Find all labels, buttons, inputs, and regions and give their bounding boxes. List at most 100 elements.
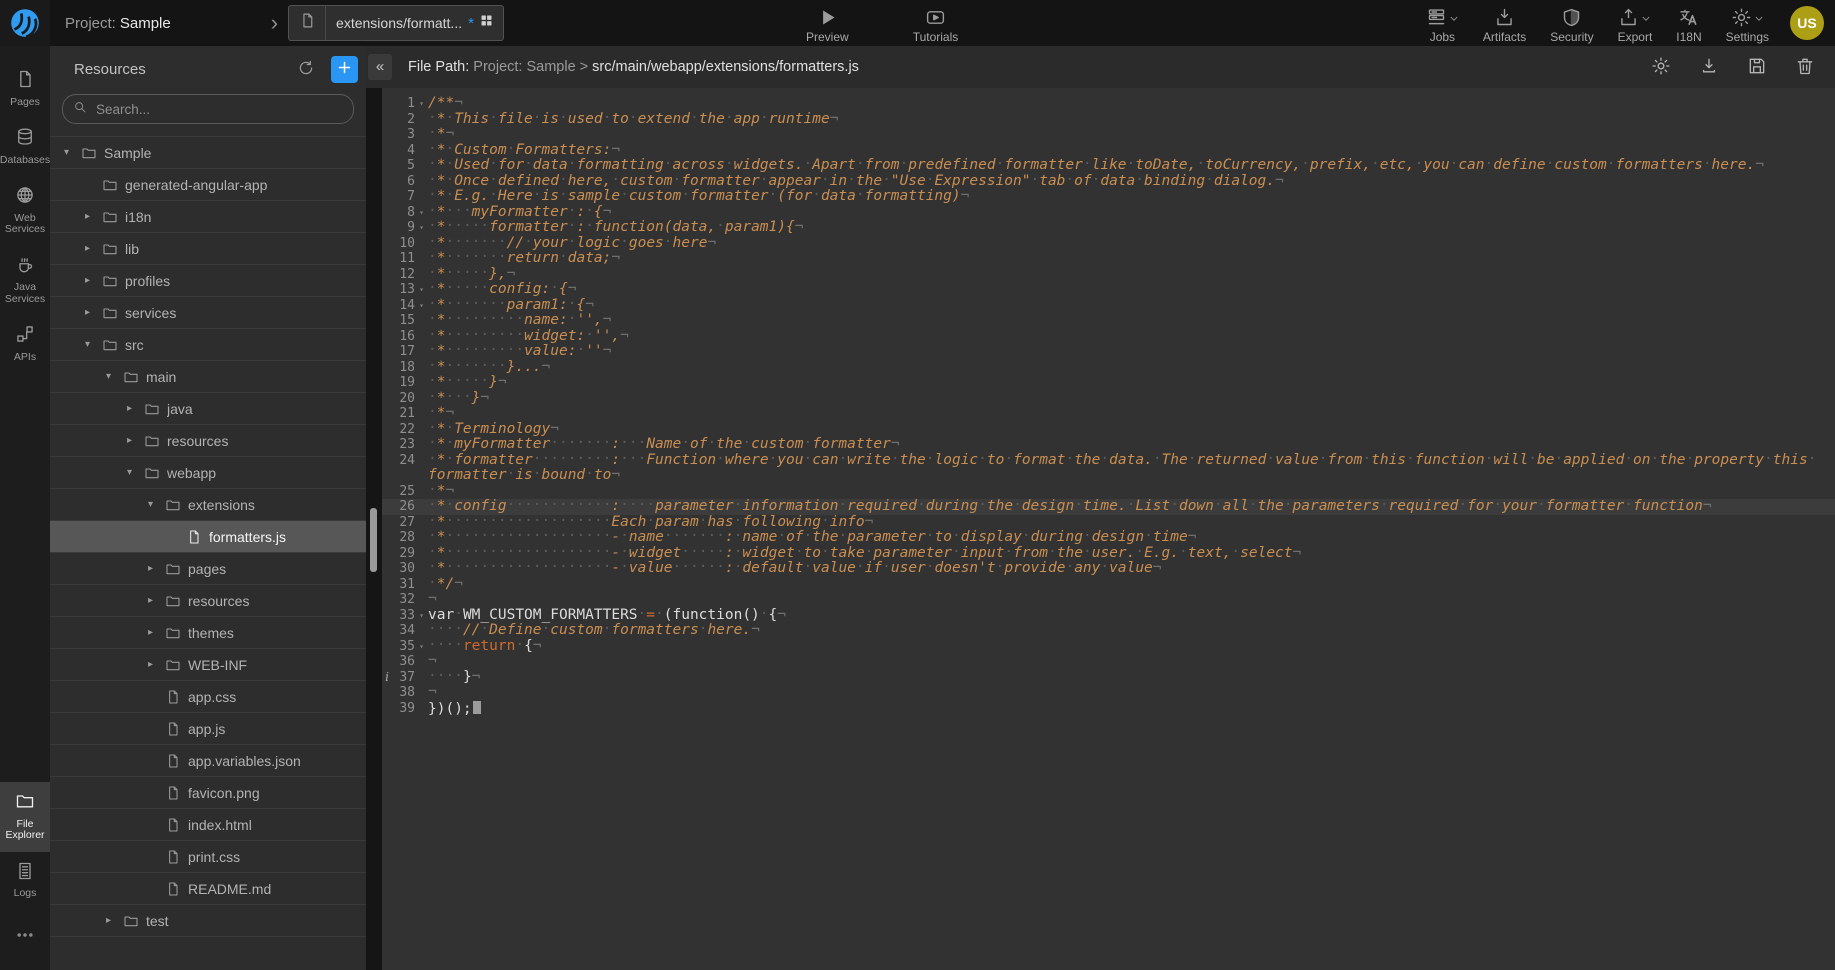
- code-editor[interactable]: 1▾/**¬2 * This file is used to extend th…: [382, 88, 1835, 970]
- tree-expand-arrow-icon[interactable]: ▸: [127, 403, 144, 414]
- tree-expand-arrow-icon[interactable]: ▸: [148, 627, 165, 638]
- tree-item-app-variables-json[interactable]: app.variables.json: [50, 745, 366, 777]
- tree-expand-arrow-icon[interactable]: ▸: [85, 275, 102, 286]
- fold-arrow-icon[interactable]: ▾: [415, 205, 428, 221]
- tree-item-webapp[interactable]: ▾webapp: [50, 457, 366, 489]
- tree-collapse-arrow-icon[interactable]: ▾: [85, 339, 102, 350]
- tree-item-index-html[interactable]: index.html: [50, 809, 366, 841]
- tree-item-sample[interactable]: ▾Sample: [50, 137, 366, 169]
- tree-item-i18n[interactable]: ▸i18n: [50, 201, 366, 233]
- sidebar-item-java-services[interactable]: Java Services: [0, 246, 50, 316]
- tree-expand-arrow-icon[interactable]: ▸: [127, 435, 144, 446]
- gutter: 7: [382, 189, 428, 205]
- topbar-action-artifacts[interactable]: Artifacts: [1483, 4, 1526, 44]
- tree-item-main[interactable]: ▾main: [50, 361, 366, 393]
- app-logo[interactable]: [0, 0, 50, 46]
- sidebar-more-button[interactable]: [0, 916, 50, 959]
- topbar-action-jobs[interactable]: Jobs: [1426, 4, 1459, 44]
- search-input[interactable]: [94, 101, 343, 118]
- security-icon: [1561, 4, 1582, 28]
- topbar-action-tutorials[interactable]: Tutorials: [913, 4, 959, 44]
- collapse-panel-button[interactable]: «: [368, 54, 392, 80]
- sidebar-item-databases[interactable]: Databases: [0, 118, 50, 176]
- tree-item-label: resources: [188, 593, 249, 609]
- tree-expand-arrow-icon[interactable]: ▸: [85, 243, 102, 254]
- tree-expand-arrow-icon[interactable]: ▸: [85, 307, 102, 318]
- fold-arrow-icon[interactable]: ▾: [415, 639, 428, 655]
- tree-collapse-arrow-icon[interactable]: ▾: [148, 499, 165, 510]
- tree-item-generated-angular-app[interactable]: generated-angular-app: [50, 169, 366, 201]
- fold-arrow-icon[interactable]: ▾: [415, 282, 428, 298]
- tree-item-src[interactable]: ▾src: [50, 329, 366, 361]
- tree-expand-arrow-icon[interactable]: ▸: [85, 211, 102, 222]
- tree-item-resources[interactable]: ▸resources: [50, 425, 366, 457]
- fold-arrow-icon[interactable]: ▾: [415, 608, 428, 624]
- code-line-9: 9▾ * formatter : function(data, param1){…: [382, 220, 1835, 236]
- tree-item-app-css[interactable]: app.css: [50, 681, 366, 713]
- layout-grid-icon[interactable]: [479, 13, 494, 33]
- folder-icon: [144, 401, 167, 417]
- tree-item-lib[interactable]: ▸lib: [50, 233, 366, 265]
- tree-item-print-css[interactable]: print.css: [50, 841, 366, 873]
- tree-item-formatters-js[interactable]: formatters.js: [50, 521, 366, 553]
- file-download-button[interactable]: [1697, 54, 1721, 81]
- topbar-action-settings[interactable]: Settings: [1726, 4, 1769, 44]
- tree-item-label: test: [146, 913, 169, 929]
- fold-arrow-icon[interactable]: ▾: [415, 96, 428, 112]
- code-line-17: 17 * value: ''¬: [382, 344, 1835, 360]
- sidebar-item-label: Databases: [0, 155, 50, 167]
- line-number: 10: [392, 236, 415, 252]
- tree-item-extensions[interactable]: ▾extensions: [50, 489, 366, 521]
- file-settings-button[interactable]: [1649, 54, 1673, 81]
- file-save-button[interactable]: [1745, 54, 1769, 81]
- open-file-tab[interactable]: extensions/formatt... *: [288, 5, 504, 41]
- tree-item-test[interactable]: ▸ test: [50, 905, 366, 937]
- tree-item-services[interactable]: ▸services: [50, 297, 366, 329]
- tree-item-web-inf[interactable]: ▸WEB-INF: [50, 649, 366, 681]
- tree-collapse-arrow-icon[interactable]: ▾: [64, 147, 81, 158]
- sidebar-item-apis[interactable]: APIs: [0, 315, 50, 373]
- fold-arrow-icon[interactable]: ▾: [415, 220, 428, 236]
- tree-item-java[interactable]: ▸java: [50, 393, 366, 425]
- tree-expand-arrow-icon[interactable]: ▸: [148, 563, 165, 574]
- sidebar-item-file-explorer[interactable]: File Explorer: [0, 782, 50, 852]
- tree-collapse-arrow-icon[interactable]: ▾: [127, 467, 144, 478]
- chevron-down-icon: [1447, 14, 1459, 28]
- gutter: 10: [382, 236, 428, 252]
- tree-scrollbar-thumb[interactable]: [370, 508, 377, 572]
- line-number: 12: [392, 267, 415, 283]
- topbar-action-preview[interactable]: Preview: [806, 4, 849, 44]
- api-icon: [15, 324, 35, 348]
- tree-item-app-js[interactable]: app.js: [50, 713, 366, 745]
- newline-mark: ¬: [454, 95, 463, 111]
- tree-item-favicon-png[interactable]: favicon.png: [50, 777, 366, 809]
- gutter-marker: [382, 143, 392, 159]
- tree-item-themes[interactable]: ▸themes: [50, 617, 366, 649]
- topbar-action-i18n[interactable]: I18N: [1676, 4, 1701, 44]
- sidebar-item-web-services[interactable]: Web Services: [0, 176, 50, 246]
- tree-expand-arrow-icon[interactable]: ▸: [148, 659, 165, 670]
- sidebar-item-logs[interactable]: Logs: [0, 852, 50, 910]
- code-text: * Each param has following info¬: [428, 515, 1835, 531]
- newline-mark: ¬: [1275, 173, 1284, 189]
- fold-slot: [415, 143, 428, 159]
- fold-arrow-icon[interactable]: ▾: [415, 298, 428, 314]
- user-avatar[interactable]: US: [1790, 6, 1824, 40]
- refresh-button[interactable]: [295, 57, 317, 82]
- tree-item-resources[interactable]: ▸ resources: [50, 585, 366, 617]
- file-delete-button[interactable]: [1793, 54, 1817, 81]
- gutter: 33▾: [382, 608, 428, 624]
- topbar-action-security[interactable]: Security: [1550, 4, 1593, 44]
- fold-slot: [415, 437, 428, 453]
- trash-icon: [1795, 56, 1815, 79]
- tree-item-readme-md[interactable]: README.md: [50, 873, 366, 905]
- tree-expand-arrow-icon[interactable]: ▸: [106, 915, 123, 926]
- tree-item-pages[interactable]: ▸pages: [50, 553, 366, 585]
- tree-collapse-arrow-icon[interactable]: ▾: [106, 371, 123, 382]
- add-resource-button[interactable]: [331, 56, 358, 83]
- tree-expand-arrow-icon[interactable]: ▸: [148, 595, 165, 606]
- sidebar-item-pages[interactable]: Pages: [0, 60, 50, 118]
- gutter-marker: [382, 251, 392, 267]
- topbar-action-export[interactable]: Export: [1618, 4, 1653, 44]
- tree-item-profiles[interactable]: ▸profiles: [50, 265, 366, 297]
